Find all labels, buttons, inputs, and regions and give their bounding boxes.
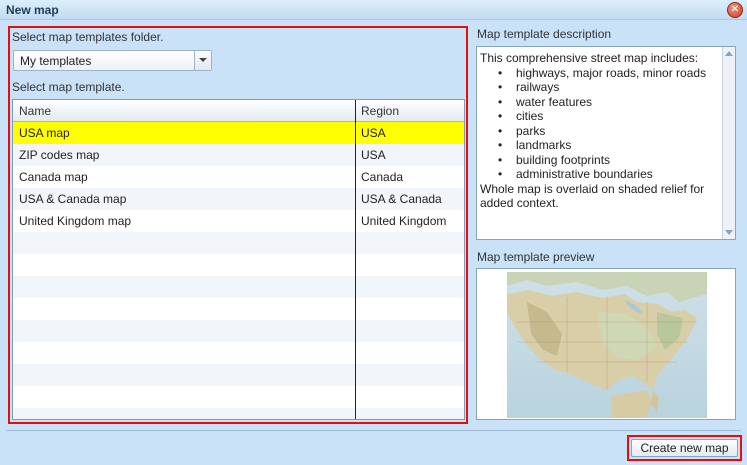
description-item: administrative boundaries <box>480 167 718 182</box>
preview-box <box>476 268 736 420</box>
create-button-highlight: Create new map <box>627 435 742 461</box>
empty-row <box>13 232 464 254</box>
description-item: cities <box>480 109 718 124</box>
cell-region: United Kingdom <box>361 214 447 228</box>
table-row[interactable]: United Kingdom map United Kingdom <box>13 210 464 232</box>
cell-name: USA & Canada map <box>19 192 127 206</box>
description-item: parks <box>480 124 718 139</box>
empty-row <box>13 298 464 320</box>
cell-name: USA map <box>19 126 70 140</box>
table-body: USA map USA ZIP codes map USA Canada map… <box>13 122 464 419</box>
description-item: water features <box>480 95 718 110</box>
table-row[interactable]: Canada map Canada <box>13 166 464 188</box>
description-outro: Whole map is overlaid on shaded relief f… <box>480 181 705 211</box>
empty-row <box>13 408 464 419</box>
chevron-down-icon[interactable] <box>194 51 211 70</box>
empty-row <box>13 320 464 342</box>
description-item: building footprints <box>480 153 718 168</box>
description-box: This comprehensive street map includes: … <box>476 46 736 240</box>
cell-region: USA <box>361 148 386 162</box>
template-selection-panel: Select map templates folder. My template… <box>8 26 468 424</box>
window-title: New map <box>6 3 59 17</box>
map-preview-image <box>507 272 707 418</box>
cell-region: USA <box>361 126 386 140</box>
table-header: Name Region <box>13 100 464 122</box>
description-item: highways, major roads, minor roads <box>480 66 718 81</box>
footer-divider <box>6 430 741 431</box>
create-new-map-button[interactable]: Create new map <box>631 439 738 457</box>
scroll-up-icon[interactable] <box>723 47 735 60</box>
empty-row <box>13 276 464 298</box>
description-scrollbar[interactable] <box>722 47 735 239</box>
table-row[interactable]: USA & Canada map USA & Canada <box>13 188 464 210</box>
folder-label: Select map templates folder. <box>12 30 164 44</box>
description-item: landmarks <box>480 138 718 153</box>
description-list: highways, major roads, minor roads railw… <box>480 66 718 182</box>
cell-region: Canada <box>361 170 404 184</box>
empty-row <box>13 254 464 276</box>
description-item: railways <box>480 80 718 95</box>
description-text: This comprehensive street map includes: … <box>480 51 718 211</box>
table-row[interactable]: ZIP codes map USA <box>13 144 464 166</box>
template-label: Select map template. <box>12 80 125 94</box>
templates-folder-select[interactable]: My templates <box>13 50 212 71</box>
close-icon[interactable]: ✕ <box>727 2 743 18</box>
cell-name: Canada map <box>19 170 88 184</box>
empty-row <box>13 386 464 408</box>
description-label: Map template description <box>477 27 612 41</box>
preview-label: Map template preview <box>477 250 595 264</box>
column-header-region[interactable]: Region <box>361 104 399 118</box>
table-row[interactable]: USA map USA <box>13 122 464 144</box>
cell-region: USA & Canada <box>361 192 442 206</box>
scroll-down-icon[interactable] <box>723 226 735 239</box>
title-bar: New map ✕ <box>0 0 747 20</box>
empty-row <box>13 342 464 364</box>
empty-row <box>13 364 464 386</box>
templates-folder-value: My templates <box>20 54 92 68</box>
cell-name: ZIP codes map <box>19 148 100 162</box>
column-header-name[interactable]: Name <box>19 104 51 118</box>
column-divider[interactable] <box>355 100 356 419</box>
cell-name: United Kingdom map <box>19 214 132 228</box>
description-intro: This comprehensive street map includes: <box>480 51 699 65</box>
templates-table: Name Region USA map USA ZIP codes map US… <box>12 99 465 420</box>
